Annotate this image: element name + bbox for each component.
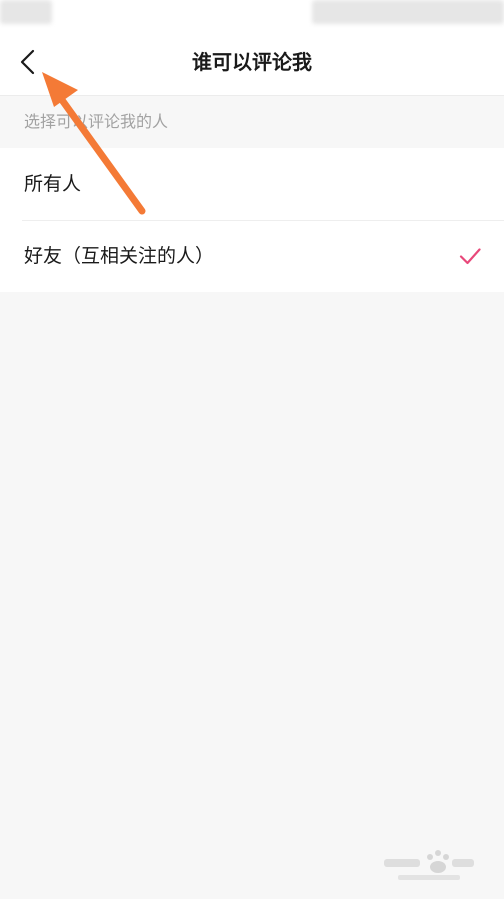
- option-list: 所有人 好友（互相关注的人）: [0, 148, 504, 292]
- checkmark-icon: [459, 248, 481, 265]
- page-title: 谁可以评论我: [192, 50, 312, 74]
- baidu-watermark-icon: [384, 850, 474, 880]
- status-bar-blur-right: [312, 0, 504, 24]
- status-bar-blur-left: [0, 0, 52, 24]
- option-label: 所有人: [24, 173, 82, 195]
- back-button[interactable]: [8, 42, 48, 82]
- option-everyone[interactable]: 所有人: [0, 148, 504, 220]
- chevron-left-icon: [20, 49, 35, 75]
- option-label: 好友（互相关注的人）: [24, 245, 215, 267]
- section-header-label: 选择可以评论我的人: [24, 112, 169, 131]
- status-bar: [0, 0, 504, 28]
- navigation-bar: 谁可以评论我: [0, 28, 504, 96]
- option-friends[interactable]: 好友（互相关注的人）: [0, 220, 504, 292]
- section-header: 选择可以评论我的人: [0, 96, 504, 148]
